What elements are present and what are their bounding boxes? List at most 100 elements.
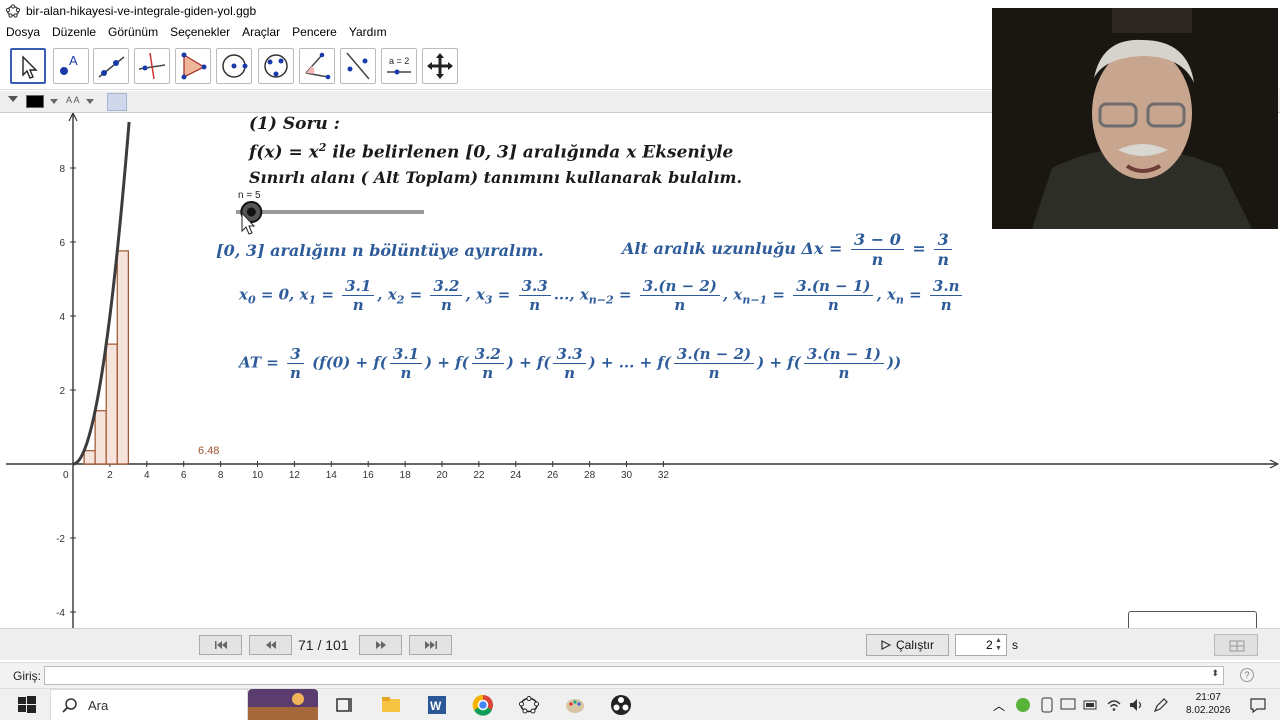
last-step-button[interactable] [409,635,452,655]
battery-icon[interactable] [1083,697,1099,713]
run-button-label: Çalıştır [895,638,934,652]
pen-icon[interactable] [1153,697,1169,713]
news-widget-icon[interactable] [248,689,318,720]
word-icon[interactable]: W [426,694,448,716]
menu-yardim[interactable]: Yardım [349,25,387,39]
lower-sum-formula: AT = 3n (f(0) + f(3.1 n) + f(3.2 n) + f(3.… [239,345,902,382]
interval-statement: [0, 3] aralığını n bölüntüye ayıralım. [216,241,544,260]
play-icon [881,640,891,650]
search-icon [62,698,77,713]
task-view-icon[interactable] [333,694,355,716]
windows-taskbar: Ara W ︿ 21:07 8.02.2026 [0,688,1280,720]
lower-sum-rect [94,410,107,465]
geogebra-app-icon [6,4,20,18]
conic-tool-button[interactable] [258,48,294,84]
next-step-button[interactable] [359,635,402,655]
menu-secenekler[interactable]: Seçenekler [170,25,230,39]
hidden-textbox[interactable] [1128,611,1257,628]
step-counter: 71 / 101 [298,637,349,653]
chrome-icon[interactable] [472,694,494,716]
color-dropdown-icon[interactable] [50,99,58,104]
volume-icon[interactable] [1128,697,1144,713]
wifi-icon[interactable] [1106,697,1122,713]
clock-date: 8.02.2026 [1186,705,1231,716]
first-step-icon [214,641,227,649]
y-tick-label: 4 [59,312,65,323]
text-size-button[interactable]: A A [66,95,80,105]
tray-drive-icon[interactable] [1040,697,1054,713]
lower-sum-rect [105,343,118,465]
origin-label: 0 [63,470,69,481]
tray-chevron-icon[interactable]: ︿ [993,697,1005,714]
y-tick-label: 6 [59,238,65,249]
windows-start-icon[interactable] [16,694,38,716]
line-tool-button[interactable] [93,48,129,84]
x-tick-label: 16 [363,470,375,481]
speed-spinner[interactable]: 2 ▲ ▼ [955,634,1007,656]
perpendicular-tool-button[interactable] [134,48,170,84]
menu-pencere[interactable]: Pencere [292,25,337,39]
menu-duzenle[interactable]: Düzenle [52,25,96,39]
question-number: (1) Soru : [249,114,340,134]
question-line-1: f(x) = x2 ile belirlenen [0, 3] aralığın… [249,141,733,163]
x-tick-label: 26 [547,470,559,481]
window-title: bir-alan-hikayesi-ve-integrale-giden-yol… [26,4,257,18]
y-tick-label: -2 [56,534,65,545]
search-placeholder: Ara [88,698,109,713]
obs-icon[interactable] [610,694,632,716]
angle-tool-button[interactable] [299,48,335,84]
tray-display-icon[interactable] [1060,697,1076,713]
move-view-tool-button[interactable] [422,48,458,84]
tray-status-icon[interactable] [1015,697,1031,713]
toggle-grid-button[interactable] [1214,634,1258,656]
svg-text:W: W [430,699,442,713]
input-dropdown-icon[interactable]: ⬍ [1211,668,1219,679]
slider-label: n = 5 [238,190,261,201]
slider-tool-button[interactable]: a = 2 [381,48,417,84]
geogebra-taskbar-icon[interactable] [518,694,540,716]
x-tick-label: 22 [473,470,485,481]
pin-icon[interactable] [107,93,127,111]
last-step-icon [424,641,437,649]
collapse-triangle-icon[interactable] [8,96,18,102]
geogebra-window: bir-alan-hikayesi-ve-integrale-giden-yol… [0,0,1280,720]
point-tool-button[interactable]: A [53,48,89,84]
previous-step-icon [265,641,276,649]
menu-gorunum[interactable]: Görünüm [108,25,158,39]
paint-icon[interactable] [564,694,586,716]
previous-step-button[interactable] [249,635,292,655]
input-field[interactable]: ⬍ [44,666,1224,685]
move-tool-button[interactable] [10,48,46,84]
x-tick-label: 18 [400,470,412,481]
system-clock[interactable]: 21:07 8.02.2026 [1186,691,1231,717]
move-view-tool-icon [427,53,453,79]
lower-sum-value: 6.48 [198,445,219,457]
next-step-icon [375,641,386,649]
input-bar: Giriş: ⬍ ? [0,662,1280,688]
question-line-2: Sınırlı alanı ( Alt Toplam) tanımını kul… [249,168,743,187]
clock-time: 21:07 [1195,692,1221,703]
color-picker[interactable] [26,95,44,108]
text-size-dropdown-icon[interactable] [86,99,94,104]
help-icon[interactable]: ? [1240,668,1254,682]
x-values-row: x0 = 0, x1 = 3.1 n, x2 = 3.2 n, x3 = 3.3 n.… [239,277,965,314]
presenter-video [992,8,1278,229]
x-tick-label: 6 [181,470,187,481]
x-tick-label: 10 [252,470,264,481]
speed-unit: s [1012,638,1018,652]
reflect-tool-button[interactable] [340,48,376,84]
circle-tool-button[interactable] [216,48,252,84]
x-tick-label: 30 [621,470,633,481]
polygon-tool-button[interactable] [175,48,211,84]
file-explorer-icon[interactable] [380,694,402,716]
run-button[interactable]: Çalıştır [866,634,949,656]
taskbar-search[interactable] [50,689,248,720]
notification-icon[interactable] [1249,696,1267,714]
first-step-button[interactable] [199,635,242,655]
x-tick-label: 32 [658,470,670,481]
menu-dosya[interactable]: Dosya [6,25,40,39]
line-tool-icon [98,56,125,78]
menu-araclar[interactable]: Araçlar [242,25,280,39]
spinner-arrows-icon[interactable]: ▲ ▼ [995,637,1004,653]
perpendicular-tool-icon [138,52,166,80]
